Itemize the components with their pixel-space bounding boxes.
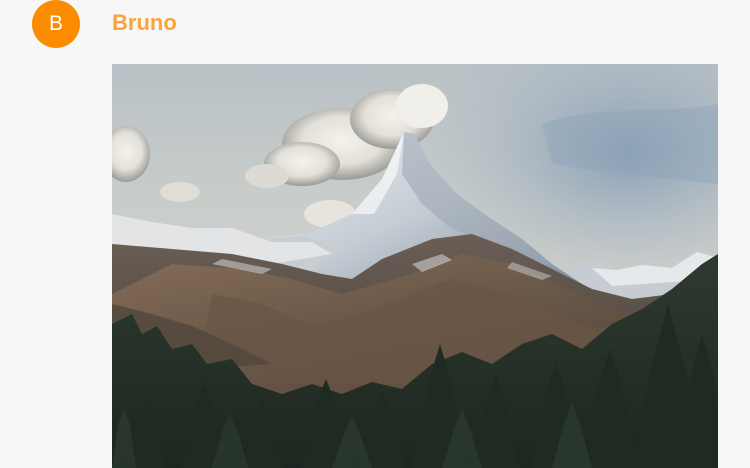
avatar-initial: B xyxy=(48,12,63,35)
image-attachment[interactable] xyxy=(112,64,718,468)
chat-message: B Bruno xyxy=(0,0,750,468)
avatar[interactable]: B xyxy=(32,0,80,48)
author-name[interactable]: Bruno xyxy=(112,10,177,36)
mountain-photo xyxy=(112,64,718,468)
